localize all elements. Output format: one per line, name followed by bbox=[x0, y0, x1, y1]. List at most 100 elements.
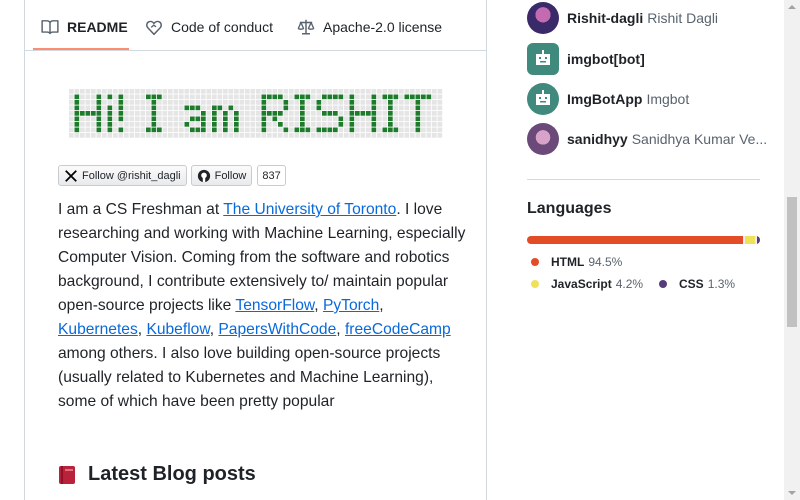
banner-pixel-off bbox=[69, 133, 74, 138]
link-pytorch[interactable]: PyTorch bbox=[323, 297, 379, 314]
banner-pixel-on bbox=[223, 122, 228, 127]
banner-pixel-off bbox=[245, 111, 250, 116]
banner-pixel-off bbox=[118, 89, 124, 94]
banner-pixel-off bbox=[410, 127, 415, 133]
banner-pixel-off bbox=[228, 122, 234, 127]
banner-pixel-off bbox=[327, 116, 333, 122]
banner-pixel-off bbox=[102, 105, 107, 111]
banner-pixel-off bbox=[190, 133, 195, 138]
banner-pixel-off bbox=[184, 116, 190, 122]
banner-pixel-on bbox=[118, 111, 124, 116]
banner-pixel-off bbox=[168, 116, 173, 122]
banner-pixel-off bbox=[102, 89, 107, 94]
banner-pixel-off bbox=[437, 116, 443, 122]
banner-pixel-off bbox=[344, 94, 349, 100]
contributor-item[interactable]: ImgBotApp Imgbot bbox=[527, 83, 689, 115]
banner-pixel-off bbox=[135, 127, 140, 133]
active-tab-indicator bbox=[33, 48, 129, 50]
link-uoft[interactable]: The University of Toronto bbox=[223, 201, 396, 218]
banner-pixel-off bbox=[404, 122, 410, 127]
robot-avatar-icon bbox=[527, 83, 559, 115]
banner-pixel-on bbox=[415, 111, 421, 116]
banner-pixel-off bbox=[124, 111, 129, 116]
banner-pixel-off bbox=[135, 122, 140, 127]
tab-code-of-conduct[interactable]: Code of conduct bbox=[145, 17, 273, 37]
banner-pixel-off bbox=[129, 89, 135, 94]
banner-pixel-on bbox=[272, 111, 278, 116]
banner-pixel-off bbox=[355, 116, 360, 122]
banner-pixel-off bbox=[311, 122, 316, 127]
contributor-item[interactable]: sanidhyy Sanidhya Kumar Ve... bbox=[527, 123, 767, 155]
banner-pixel-off bbox=[179, 89, 184, 94]
twitter-follow-badge[interactable]: Follow @rishit_dagli bbox=[58, 165, 187, 186]
link-paperswithcode[interactable]: PapersWithCode bbox=[218, 321, 336, 338]
banner-pixel-off bbox=[289, 89, 294, 94]
banner-pixel-off bbox=[102, 127, 107, 133]
contributor-item[interactable]: Rishit-dagli Rishit Dagli bbox=[527, 2, 718, 34]
banner-pixel-off bbox=[432, 89, 437, 94]
language-item-javascript[interactable]: JavaScript 4.2% bbox=[531, 277, 643, 291]
banner-pixel-off bbox=[311, 116, 316, 122]
banner-pixel-off bbox=[223, 89, 228, 94]
banner-pixel-off bbox=[157, 89, 162, 94]
banner-pixel-off bbox=[294, 100, 300, 105]
banner-pixel-off bbox=[250, 105, 256, 111]
banner-pixel-off bbox=[360, 122, 366, 127]
banner-pixel-off bbox=[426, 105, 432, 111]
banner-pixel-off bbox=[377, 133, 382, 138]
scrollbar-thumb[interactable] bbox=[787, 197, 797, 327]
banner-pixel-on bbox=[349, 111, 355, 116]
banner-pixel-off bbox=[195, 122, 201, 127]
banner-pixel-off bbox=[305, 133, 311, 138]
banner-pixel-off bbox=[173, 133, 179, 138]
banner-pixel-off bbox=[206, 89, 212, 94]
banner-pixel-off bbox=[421, 105, 426, 111]
banner-pixel-off bbox=[69, 94, 74, 100]
banner-pixel-off bbox=[289, 122, 294, 127]
banner-pixel-off bbox=[382, 100, 388, 105]
banner-pixel-on bbox=[272, 94, 278, 100]
link-tensorflow[interactable]: TensorFlow bbox=[235, 297, 314, 314]
banner-pixel-on bbox=[201, 127, 206, 133]
banner-pixel-off bbox=[399, 100, 404, 105]
banner-pixel-off bbox=[190, 89, 195, 94]
banner-pixel-off bbox=[283, 111, 289, 116]
contributor-item[interactable]: imgbot[bot] bbox=[527, 43, 649, 75]
banner-pixel-off bbox=[360, 105, 366, 111]
banner-pixel-on bbox=[118, 100, 124, 105]
contributor-login: ImgBotApp bbox=[567, 91, 643, 107]
link-kubernetes[interactable]: Kubernetes bbox=[58, 321, 138, 338]
tab-readme[interactable]: README bbox=[41, 17, 128, 37]
banner-pixel-off bbox=[256, 89, 261, 94]
banner-pixel-off bbox=[135, 89, 140, 94]
banner-pixel-off bbox=[355, 100, 360, 105]
banner-pixel-off bbox=[96, 133, 102, 138]
banner-pixel-off bbox=[316, 122, 322, 127]
banner-pixel-off bbox=[344, 116, 349, 122]
banner-pixel-off bbox=[107, 133, 113, 138]
page-scrollbar[interactable] bbox=[784, 0, 800, 500]
scroll-down-arrow[interactable] bbox=[788, 491, 796, 495]
banner-pixel-off bbox=[201, 89, 206, 94]
banner-pixel-off bbox=[146, 116, 151, 122]
banner-pixel-on bbox=[300, 105, 305, 111]
banner-pixel-off bbox=[234, 133, 239, 138]
banner-pixel-off bbox=[157, 111, 162, 116]
banner-pixel-on bbox=[74, 127, 80, 133]
banner-pixel-off bbox=[124, 105, 129, 111]
link-freecodecamp[interactable]: freeCodeCamp bbox=[345, 321, 451, 338]
banner-pixel-off bbox=[135, 116, 140, 122]
link-kubeflow[interactable]: Kubeflow bbox=[146, 321, 209, 338]
github-follow-badge[interactable]: Follow bbox=[190, 165, 253, 186]
scroll-up-arrow[interactable] bbox=[788, 5, 796, 9]
bio-paragraph: I am a CS Freshman at The University of … bbox=[58, 198, 468, 414]
book-icon bbox=[41, 20, 59, 35]
banner-pixel-on bbox=[107, 94, 113, 100]
banner-pixel-on bbox=[366, 111, 371, 116]
latest-blog-heading: Latest Blog posts bbox=[58, 463, 256, 486]
banner-pixel-off bbox=[179, 94, 184, 100]
language-item-css[interactable]: CSS 1.3% bbox=[659, 277, 735, 291]
language-item-html[interactable]: HTML 94.5% bbox=[531, 255, 622, 269]
banner-pixel-off bbox=[355, 94, 360, 100]
tab-license[interactable]: Apache-2.0 license bbox=[297, 17, 442, 37]
